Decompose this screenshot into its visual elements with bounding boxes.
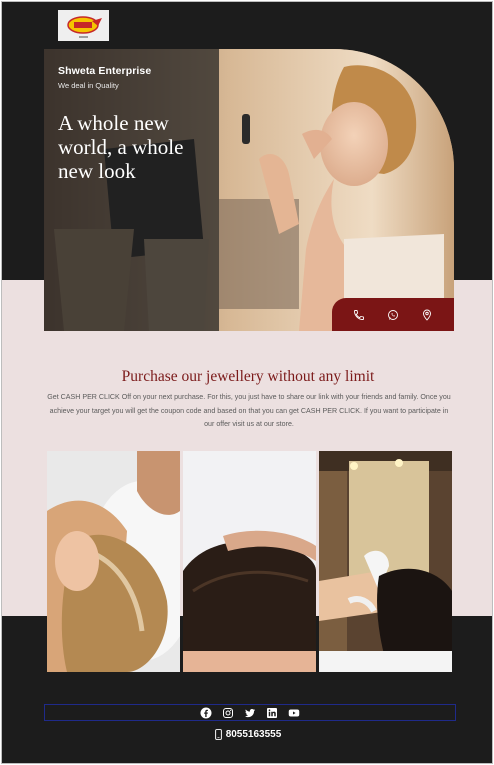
brand-tagline: We deal in Quality <box>58 81 119 90</box>
hair-coloring-photo <box>319 451 452 672</box>
location-pin-icon[interactable] <box>420 308 434 322</box>
hero-overlay: Shweta Enterprise We deal in Quality A w… <box>44 49 219 331</box>
phone-number: 8055163555 <box>225 729 282 740</box>
email-frame: Shweta Enterprise We deal in Quality A w… <box>1 1 493 764</box>
social-links <box>44 704 456 721</box>
youtube-icon[interactable] <box>288 706 301 719</box>
logo-icon <box>58 10 109 41</box>
gallery <box>47 451 452 672</box>
facebook-icon[interactable] <box>200 706 213 719</box>
hero-title: A whole new world, a whole new look <box>58 111 184 183</box>
hair-closeup-photo <box>183 451 316 672</box>
promo-text: Get CASH PER CLICK Off on your next purc… <box>47 393 451 429</box>
promo-title: Purchase our jewellery without any limit <box>121 368 375 385</box>
brand-logo[interactable] <box>58 10 109 41</box>
whatsapp-icon[interactable] <box>386 308 400 322</box>
footer-phone[interactable]: 8055163555 <box>2 729 492 740</box>
phone-icon[interactable] <box>352 308 366 322</box>
mobile-phone-icon <box>214 729 222 740</box>
instagram-icon[interactable] <box>222 706 235 719</box>
twitter-icon[interactable] <box>244 706 257 719</box>
contact-bar <box>332 298 454 331</box>
hero-banner: Shweta Enterprise We deal in Quality A w… <box>44 49 454 331</box>
linkedin-icon[interactable] <box>266 706 279 719</box>
hair-wash-photo <box>47 451 180 672</box>
brand-name: Shweta Enterprise <box>58 65 152 77</box>
